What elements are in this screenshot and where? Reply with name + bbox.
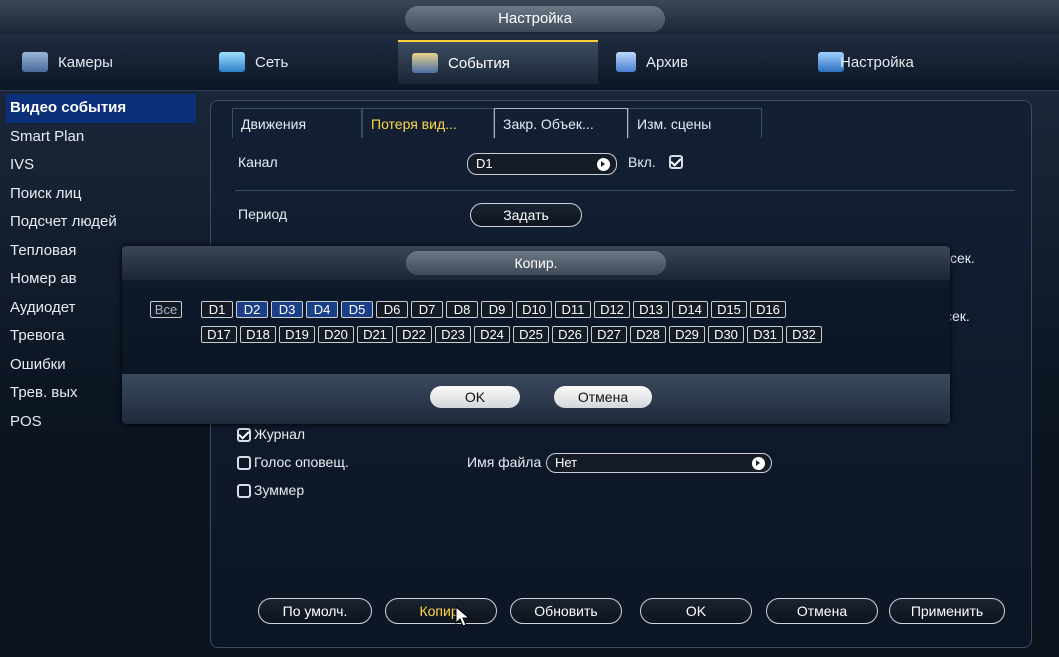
dropdown-arrow-icon — [597, 158, 610, 171]
default-button[interactable]: По умолч. — [258, 598, 372, 624]
ok-button[interactable]: OK — [640, 598, 752, 624]
channel-checkbox-d1[interactable]: D1 — [201, 301, 233, 318]
channel-checkbox-d27[interactable]: D27 — [591, 326, 627, 343]
subtab-motion[interactable]: Движения — [232, 108, 362, 138]
tab-label: Архив — [646, 53, 689, 71]
channel-checkbox-d28[interactable]: D28 — [630, 326, 666, 343]
channel-value: D1 — [476, 156, 493, 171]
dialog-cancel-button[interactable]: Отмена — [554, 386, 652, 408]
filename-select[interactable]: Нет — [546, 453, 772, 473]
window-title: Настройка — [405, 6, 665, 32]
dropdown-arrow-icon — [752, 457, 765, 470]
refresh-button[interactable]: Обновить — [510, 598, 622, 624]
channel-checkbox-d15[interactable]: D15 — [711, 301, 747, 318]
voice-label: Голос оповещ. — [254, 454, 349, 470]
mouse-cursor-icon — [455, 606, 471, 627]
cancel-button[interactable]: Отмена — [766, 598, 878, 624]
channel-checkbox-d19[interactable]: D19 — [279, 326, 315, 343]
channel-label: Канал — [238, 154, 278, 170]
tab-label: Настройка — [840, 53, 914, 71]
channel-checkbox-d3[interactable]: D3 — [271, 301, 303, 318]
channel-checkbox-d7[interactable]: D7 — [411, 301, 443, 318]
filename-value: Нет — [555, 455, 578, 470]
copy-button[interactable]: Копир. — [385, 598, 497, 624]
camera-icon — [22, 52, 48, 72]
channel-checkbox-d4[interactable]: D4 — [306, 301, 338, 318]
channel-checkbox-d9[interactable]: D9 — [481, 301, 513, 318]
channel-checkbox-d8[interactable]: D8 — [446, 301, 478, 318]
sidebar-item-face-search[interactable]: Поиск лиц — [6, 180, 196, 209]
buzzer-checkbox[interactable] — [237, 484, 251, 498]
filename-label: Имя файла — [467, 454, 542, 470]
enable-label: Вкл. — [628, 154, 656, 170]
dialog-footer — [122, 374, 950, 424]
channel-checkbox-d5[interactable]: D5 — [341, 301, 373, 318]
tab-settings[interactable]: Настройка — [804, 40, 1004, 84]
channel-checkbox-d24[interactable]: D24 — [474, 326, 510, 343]
divider — [235, 190, 1015, 191]
dialog-ok-button[interactable]: OK — [430, 386, 520, 408]
events-icon — [412, 53, 438, 73]
channel-checkbox-d21[interactable]: D21 — [357, 326, 393, 343]
seconds-label-1: сек. — [950, 250, 975, 266]
sidebar-item-people-count[interactable]: Подсчет людей — [6, 208, 196, 237]
tab-archive[interactable]: Архив — [602, 40, 797, 84]
channel-checkbox-d26[interactable]: D26 — [552, 326, 588, 343]
channel-checkbox-d14[interactable]: D14 — [672, 301, 708, 318]
dialog-title: Копир. — [406, 251, 666, 275]
tab-cameras[interactable]: Камеры — [8, 40, 198, 84]
channel-checkbox-d16[interactable]: D16 — [750, 301, 786, 318]
channel-checkbox-d23[interactable]: D23 — [435, 326, 471, 343]
channel-checkbox-d25[interactable]: D25 — [513, 326, 549, 343]
subtab-video-loss[interactable]: Потеря вид... — [362, 108, 494, 138]
apply-button[interactable]: Применить — [889, 598, 1005, 624]
log-checkbox[interactable] — [237, 428, 251, 442]
archive-icon — [616, 52, 636, 72]
tab-events[interactable]: События — [398, 40, 598, 84]
channel-select[interactable]: D1 — [467, 153, 617, 175]
period-set-button[interactable]: Задать — [470, 203, 582, 227]
channel-checkbox-d2[interactable]: D2 — [236, 301, 268, 318]
channel-checkbox-d12[interactable]: D12 — [594, 301, 630, 318]
channel-checkbox-d29[interactable]: D29 — [669, 326, 705, 343]
subtab-tampering[interactable]: Закр. Объек... — [494, 108, 628, 138]
sidebar-item-ivs[interactable]: IVS — [6, 151, 196, 180]
select-all-checkbox[interactable]: Все — [150, 301, 182, 318]
channel-checkbox-d17[interactable]: D17 — [201, 326, 237, 343]
log-label: Журнал — [254, 426, 306, 442]
channel-checkbox-d13[interactable]: D13 — [633, 301, 669, 318]
copy-dialog: Копир. Все D1 D2 D3 D4 D5 D6 D7 D8 D9 D10 D11 D12 D1… — [122, 246, 950, 424]
channel-checkbox-d32[interactable]: D32 — [786, 326, 822, 343]
buzzer-label: Зуммер — [254, 482, 305, 498]
tab-label: Камеры — [58, 53, 113, 71]
network-icon — [219, 52, 245, 72]
sidebar-item-smart-plan[interactable]: Smart Plan — [6, 123, 196, 152]
channel-checkbox-d18[interactable]: D18 — [240, 326, 276, 343]
subtab-scene-change[interactable]: Изм. сцены — [628, 108, 762, 138]
channel-checkbox-d30[interactable]: D30 — [708, 326, 744, 343]
channel-checkbox-d10[interactable]: D10 — [516, 301, 552, 318]
channel-checkbox-d6[interactable]: D6 — [376, 301, 408, 318]
channel-checkbox-d31[interactable]: D31 — [747, 326, 783, 343]
tab-label: Сеть — [255, 53, 289, 71]
channel-checkbox-d11[interactable]: D11 — [555, 301, 591, 318]
tab-label: События — [448, 54, 510, 72]
app-window: Настройка Камеры Сеть События Архив Наст… — [0, 0, 1059, 657]
voice-checkbox[interactable] — [237, 456, 251, 470]
sidebar-item-video-events[interactable]: Видео события — [6, 94, 196, 123]
enable-checkbox[interactable] — [669, 155, 683, 169]
tab-network[interactable]: Сеть — [205, 40, 390, 84]
channel-checkbox-d22[interactable]: D22 — [396, 326, 432, 343]
period-label: Период — [238, 206, 288, 222]
channel-checkbox-d20[interactable]: D20 — [318, 326, 354, 343]
